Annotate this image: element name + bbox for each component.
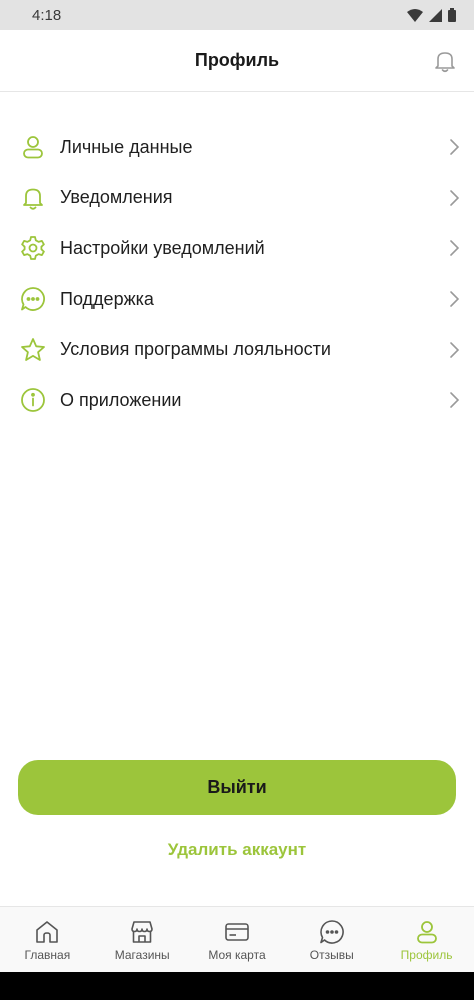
menu-item-about-app[interactable]: О приложении <box>0 375 474 426</box>
star-icon <box>21 337 45 361</box>
nav-item-my-card[interactable]: Моя карта <box>190 907 285 972</box>
nav-item-stores[interactable]: Магазины <box>95 907 190 972</box>
menu-item-support[interactable]: Поддержка <box>0 274 474 325</box>
menu-item-loyalty-terms[interactable]: Условия программы лояльности <box>0 324 474 375</box>
card-icon <box>225 923 249 941</box>
chevron-right-icon <box>450 341 460 358</box>
nav-item-profile[interactable]: Профиль <box>379 907 474 972</box>
menu-item-personal-data[interactable]: Личные данные <box>0 122 474 173</box>
nav-item-reviews[interactable]: Отзывы <box>284 907 379 972</box>
status-bar: 4:18 <box>0 0 474 30</box>
nav-item-home[interactable]: Главная <box>0 907 95 972</box>
menu-item-notification-settings[interactable]: Настройки уведомлений <box>0 223 474 274</box>
bell-icon[interactable] <box>432 48 458 74</box>
home-icon <box>36 921 59 943</box>
chevron-right-icon <box>450 240 460 257</box>
gear-icon <box>21 236 45 261</box>
page-title: Профиль <box>194 50 280 70</box>
nav-label: Моя карта <box>208 948 266 962</box>
delete-account-link[interactable]: Удалить аккаунт <box>0 840 474 860</box>
wifi-icon <box>407 8 423 22</box>
bottom-nav: Главная Магазины Моя карта Отзывы Профил… <box>0 906 474 972</box>
store-icon <box>131 921 153 943</box>
battery-icon <box>448 8 456 22</box>
chevron-right-icon <box>450 139 460 156</box>
system-navigation-bar <box>0 972 474 1000</box>
chevron-right-icon <box>450 190 460 206</box>
logout-button[interactable]: Выйти <box>18 760 456 815</box>
nav-label: Магазины <box>114 948 170 962</box>
chevron-right-icon <box>450 392 460 409</box>
profile-menu: Личные данные Уведомления Настройки увед… <box>0 122 474 426</box>
bell-icon <box>23 188 43 210</box>
app-header: Профиль <box>0 30 474 92</box>
nav-label: Профиль <box>400 948 453 962</box>
signal-icon <box>429 8 442 22</box>
status-time: 4:18 <box>32 6 62 24</box>
chat-icon <box>21 287 45 311</box>
menu-item-label: Условия программы лояльности <box>60 339 331 360</box>
menu-item-notifications[interactable]: Уведомления <box>0 173 474 224</box>
person-icon <box>416 921 437 944</box>
info-icon <box>21 388 45 413</box>
menu-item-label: Поддержка <box>60 288 154 309</box>
menu-item-label: Настройки уведомлений <box>60 237 265 258</box>
menu-item-label: О приложении <box>60 389 182 410</box>
status-icons <box>407 8 456 22</box>
nav-label: Главная <box>24 948 71 962</box>
chat-icon <box>319 920 344 944</box>
menu-item-label: Личные данные <box>60 136 193 157</box>
chevron-right-icon <box>450 291 460 307</box>
person-icon <box>23 136 43 159</box>
menu-item-label: Уведомления <box>60 187 173 208</box>
nav-label: Отзывы <box>309 948 354 962</box>
